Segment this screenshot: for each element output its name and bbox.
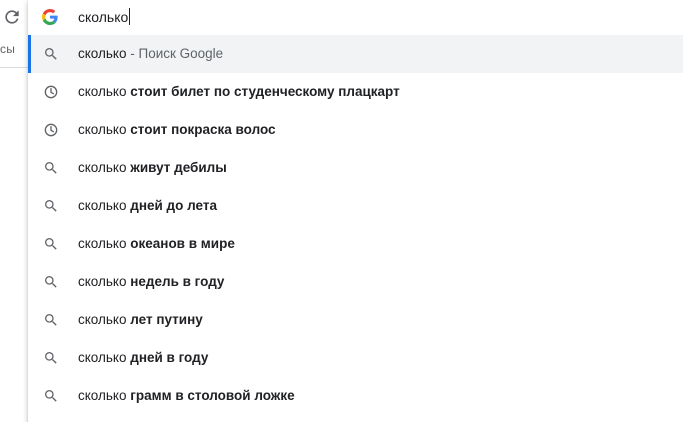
- suggestion-item[interactable]: сколько стоит покраска волос: [28, 111, 683, 149]
- search-icon: [45, 238, 57, 250]
- suggestion-completion: стоит покраска волос: [130, 122, 276, 137]
- search-icon: [45, 200, 57, 212]
- suggestion-description: - Поиск Google: [126, 46, 224, 61]
- suggestion-item[interactable]: сколько лет путину: [28, 301, 683, 339]
- suggestion-query: сколько: [78, 84, 127, 99]
- suggestion-query: сколько: [78, 236, 127, 251]
- suggestion-text: сколько недель в году: [78, 273, 224, 291]
- suggestion-text: сколько - Поиск Google: [78, 45, 223, 63]
- search-icon: [45, 162, 57, 174]
- suggestion-text: сколько океанов в мире: [78, 235, 235, 253]
- text-caret: [129, 8, 131, 25]
- omnibox-dropdown: сколько сколько - Поиск Google сколько ст…: [28, 0, 683, 422]
- suggestion-text: сколько грамм в столовой ложке: [78, 387, 295, 405]
- suggestion-text: сколько лет путину: [78, 311, 203, 329]
- suggestion-completion: дней в году: [130, 350, 209, 365]
- suggestion-item[interactable]: сколько - Поиск Google: [28, 35, 683, 73]
- suggestion-item[interactable]: сколько дней в году: [28, 339, 683, 377]
- page-background-strip: сы: [0, 0, 30, 422]
- divider: [0, 67, 30, 68]
- suggestion-text: сколько стоит покраска волос: [78, 121, 276, 139]
- suggestion-item[interactable]: сколько недель в году: [28, 263, 683, 301]
- suggestion-completion: живут дебилы: [130, 160, 227, 175]
- suggestion-completion: лет путину: [130, 312, 203, 327]
- search-icon: [45, 390, 57, 402]
- suggestion-item[interactable]: сколько океанов в мире: [28, 225, 683, 263]
- omnibox-input-value: сколько: [78, 9, 129, 25]
- omnibox-input-row[interactable]: сколько: [28, 0, 683, 34]
- suggestion-text: сколько живут дебилы: [78, 159, 227, 177]
- suggestion-query: сколько: [78, 388, 127, 403]
- suggestion-completion: дней до лета: [130, 198, 217, 213]
- suggestion-completion: стоит билет по студенческому плацкарт: [130, 84, 400, 99]
- reload-icon[interactable]: [2, 7, 22, 27]
- history-icon: [44, 123, 58, 137]
- suggestion-item[interactable]: сколько стоит билет по студенческому пла…: [28, 73, 683, 111]
- suggestion-completion: грамм в столовой ложке: [130, 388, 295, 403]
- suggestion-item[interactable]: сколько грамм в столовой ложке: [28, 377, 683, 415]
- suggestion-query: сколько: [78, 274, 127, 289]
- google-g-icon: [42, 9, 58, 25]
- suggestion-text: сколько дней в году: [78, 349, 208, 367]
- suggestion-query: сколько: [78, 160, 127, 175]
- omnibox-input[interactable]: сколько: [78, 8, 131, 26]
- search-icon: [45, 314, 57, 326]
- suggestion-query: сколько: [78, 312, 127, 327]
- search-icon: [45, 352, 57, 364]
- suggestion-query: сколько: [78, 198, 127, 213]
- suggestion-completion: недель в году: [130, 274, 225, 289]
- search-icon: [45, 48, 57, 60]
- suggestion-query: сколько: [78, 46, 127, 61]
- suggestion-query: сколько: [78, 350, 127, 365]
- suggestion-text: сколько стоит билет по студенческому пла…: [78, 83, 400, 101]
- suggestion-item[interactable]: сколько живут дебилы: [28, 149, 683, 187]
- search-icon: [45, 276, 57, 288]
- suggestion-item[interactable]: сколько дней до лета: [28, 187, 683, 225]
- history-icon: [44, 85, 58, 99]
- suggestion-text: сколько дней до лета: [78, 197, 217, 215]
- suggestion-query: сколько: [78, 122, 127, 137]
- suggestion-completion: океанов в мире: [130, 236, 235, 251]
- suggestion-list: сколько - Поиск Google сколько стоит биле…: [28, 35, 683, 415]
- partial-page-text: сы: [0, 42, 16, 56]
- browser-viewport: сы сколько сколько - Поиск Google сколько…: [0, 0, 683, 422]
